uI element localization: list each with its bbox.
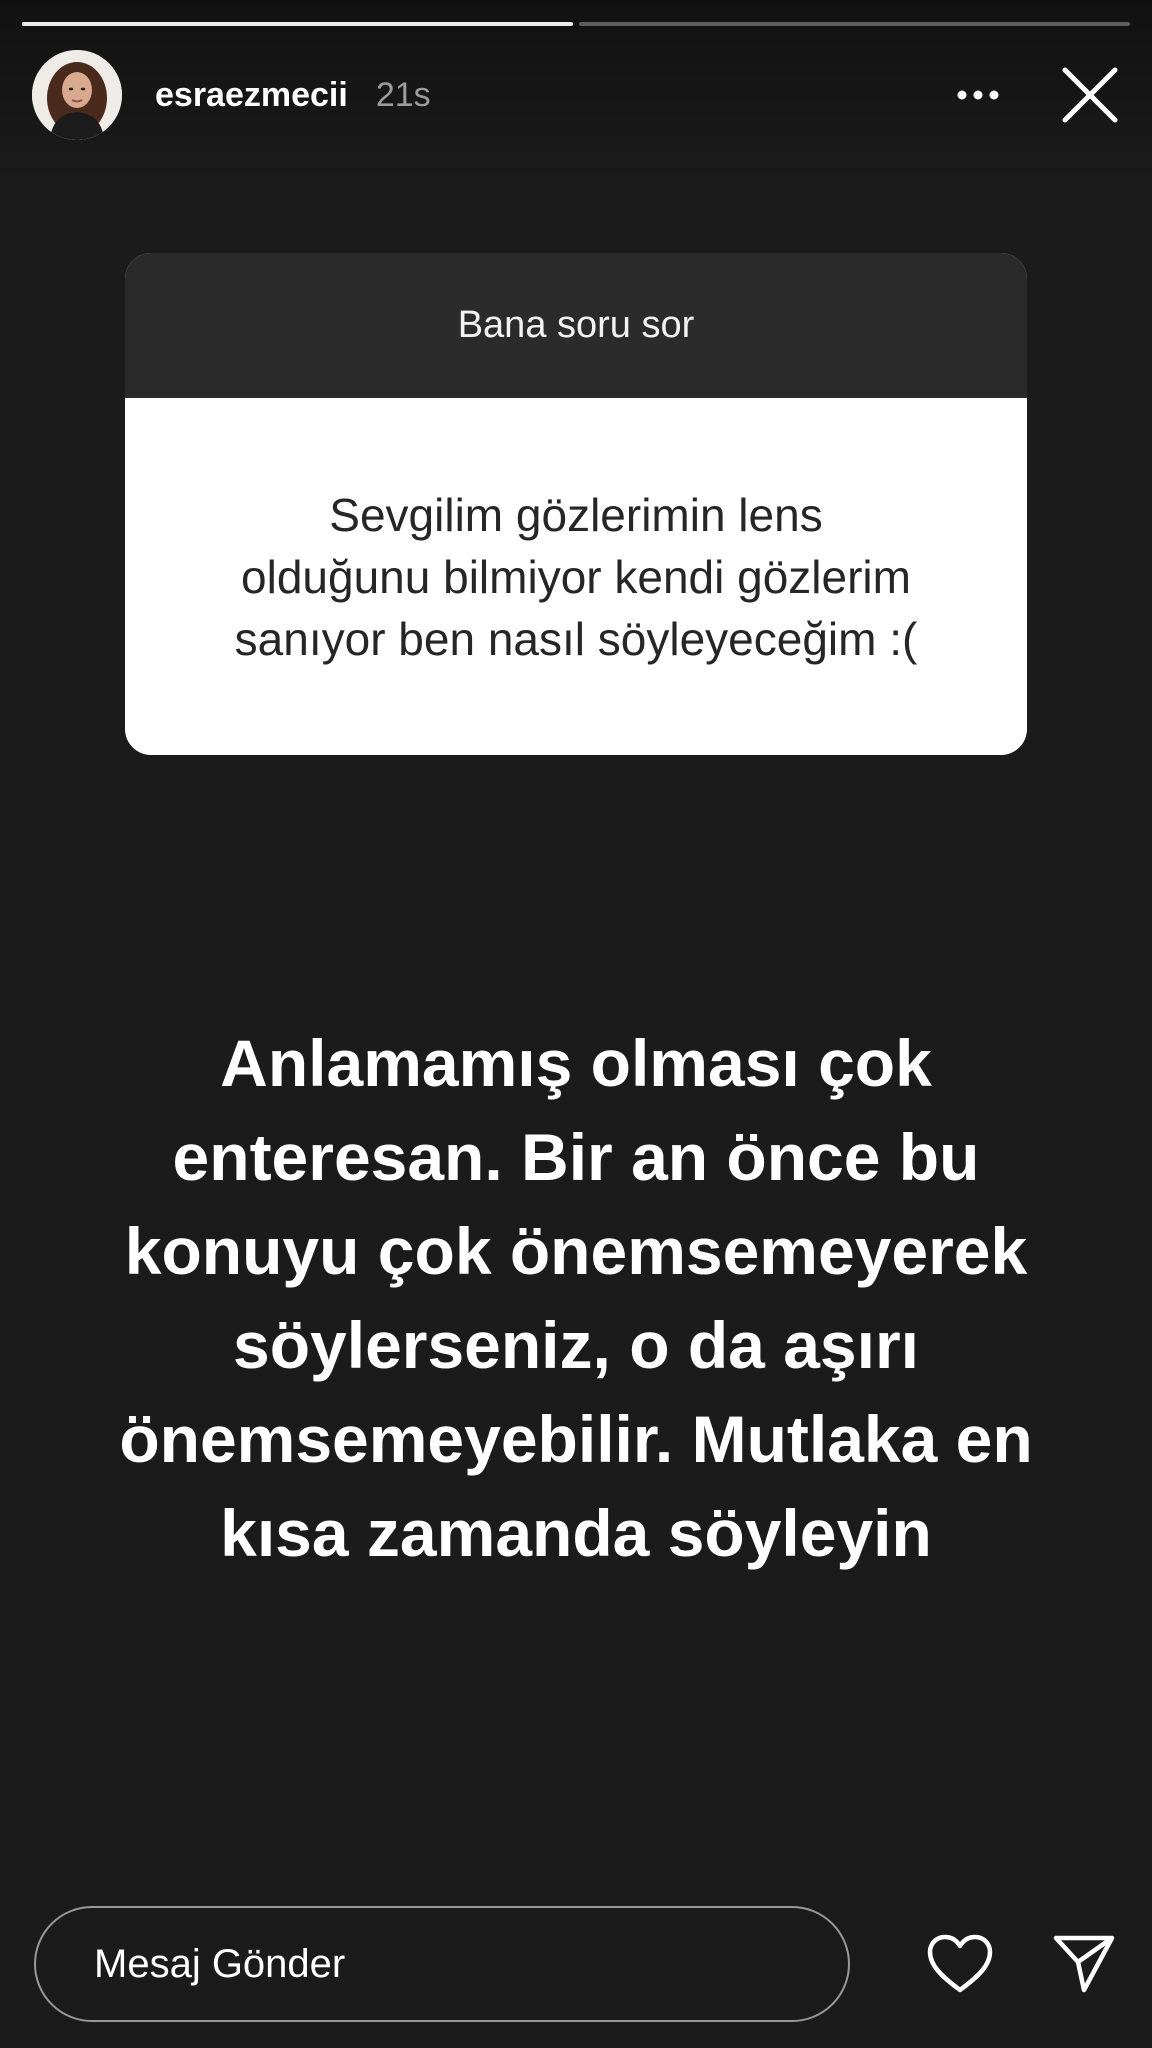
message-input[interactable]: Mesaj Gönder — [34, 1906, 851, 2022]
question-sticker-body: Sevgilim gözlerimin lens olduğunu bilmiy… — [125, 398, 1027, 755]
question-sticker-header: Bana soru sor — [125, 253, 1027, 398]
question-sticker[interactable]: Bana soru sor Sevgilim gözlerimin lens o… — [125, 253, 1027, 755]
story-footer: Mesaj Gönder — [34, 1904, 1124, 2024]
story-timestamp: 21s — [375, 75, 431, 114]
like-button[interactable] — [920, 1924, 1000, 2004]
username[interactable]: esraezmecii — [155, 76, 348, 115]
answer-text: Anlamamış olması çok enteresan. Bir an ö… — [119, 1026, 1033, 1570]
send-icon — [1053, 1935, 1115, 1993]
profile-avatar-icon — [32, 50, 122, 140]
send-button[interactable] — [1044, 1924, 1124, 2004]
story-progress-segment-1 — [22, 22, 573, 26]
question-sticker-title: Bana soru sor — [457, 304, 695, 346]
avatar[interactable] — [32, 50, 122, 140]
story-progress-bar — [22, 22, 1130, 26]
more-options-button[interactable] — [948, 65, 1008, 125]
heart-icon — [928, 1934, 993, 1993]
story-progress-segment-2 — [579, 22, 1130, 26]
question-text: Sevgilim gözlerimin lens olduğunu bilmiy… — [234, 488, 918, 665]
close-button[interactable] — [1058, 63, 1122, 127]
message-input-placeholder: Mesaj Gönder — [94, 1941, 346, 1986]
story-header: esraezmecii 21s — [32, 50, 1122, 140]
more-dots-icon — [957, 90, 999, 100]
close-icon — [1062, 67, 1118, 123]
